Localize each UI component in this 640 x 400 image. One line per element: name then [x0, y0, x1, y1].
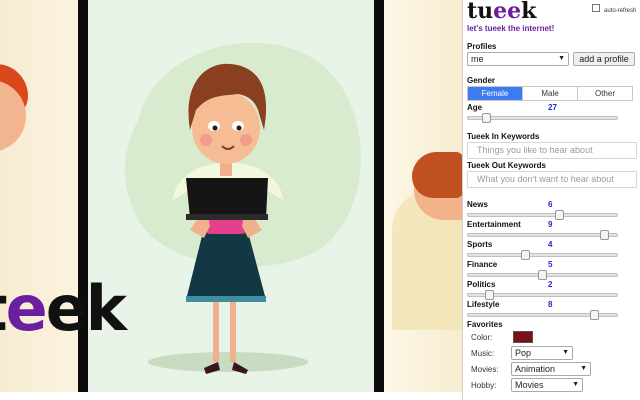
favorites-label: Favorites [467, 320, 503, 329]
laptop-base [186, 214, 268, 220]
movies-select[interactable]: Animation ▼ [511, 362, 591, 376]
music-select-value: Pop [515, 348, 532, 358]
news-slider-thumb[interactable] [555, 210, 564, 220]
gender-label: Gender [467, 76, 496, 85]
sports-label: Sports [467, 240, 493, 249]
tueek-out-input[interactable]: What you don't want to hear about [467, 171, 637, 188]
age-value: 27 [548, 103, 557, 112]
brand-logo: tueek [467, 0, 536, 24]
music-select[interactable]: Pop ▼ [511, 346, 573, 360]
panel-divider-right [374, 0, 384, 392]
gender-option-female[interactable]: Female [468, 87, 523, 100]
brand-suffix: k [521, 0, 537, 24]
bottom-strip [0, 392, 462, 400]
profile-select[interactable]: me ▼ [467, 52, 569, 66]
chevron-down-icon: ▼ [562, 349, 569, 356]
lifestyle-slider[interactable] [467, 310, 618, 320]
brand-accent: ee [493, 0, 522, 24]
news-label: News [467, 200, 488, 209]
entertainment-label: Entertainment [467, 220, 521, 229]
pupil-right [236, 125, 242, 131]
illustration-logo-accent: e [5, 272, 48, 345]
hobby-select-value: Movies [515, 380, 544, 390]
floor-shadow [148, 352, 308, 372]
lifestyle-label: Lifestyle [467, 300, 500, 309]
laptop [186, 178, 268, 218]
pupil-left [212, 125, 218, 131]
finance-value: 5 [548, 260, 553, 269]
age-slider-thumb[interactable] [482, 113, 491, 123]
illustration-logo: teek [0, 278, 127, 340]
politics-value: 2 [548, 280, 553, 289]
age-label: Age [467, 103, 483, 112]
leg-right [230, 298, 236, 362]
politics-label: Politics [467, 280, 496, 289]
news-slider[interactable] [467, 210, 618, 220]
profile-select-value: me [471, 54, 484, 64]
chevron-down-icon: ▼ [580, 365, 587, 372]
illustration-logo-suffix: ek [45, 272, 127, 345]
sports-value: 4 [548, 240, 553, 249]
tueek-out-label: Tueek Out Keywords [467, 161, 546, 170]
finance-label: Finance [467, 260, 498, 269]
gender-segmented-control: Female Male Other [467, 86, 633, 101]
chevron-down-icon: ▼ [558, 55, 565, 62]
favorite-music-label: Music: [471, 349, 495, 358]
brand-prefix: tu [467, 0, 494, 24]
skirt-hem [186, 296, 266, 302]
politics-slider-thumb[interactable] [485, 290, 494, 300]
cheek-left [200, 134, 212, 146]
leg-left [213, 298, 219, 362]
favorite-color-swatch[interactable] [513, 331, 533, 343]
promo-illustration: teek [0, 0, 462, 392]
finance-slider-thumb[interactable] [538, 270, 547, 280]
gender-option-other[interactable]: Other [578, 87, 632, 100]
tueek-in-input[interactable]: Things you like to hear about [467, 142, 637, 159]
entertainment-slider-thumb[interactable] [600, 230, 609, 240]
chevron-down-icon: ▼ [572, 381, 579, 388]
favorite-movies-label: Movies: [471, 365, 499, 374]
finance-slider[interactable] [467, 270, 618, 280]
tagline: let's tueek the internet! [467, 24, 555, 33]
age-slider[interactable] [467, 113, 618, 123]
add-profile-button[interactable]: add a profile [573, 52, 635, 66]
cheek-right [240, 134, 252, 146]
sports-slider[interactable] [467, 250, 618, 260]
lifestyle-slider-thumb[interactable] [590, 310, 599, 320]
entertainment-value: 9 [548, 220, 553, 229]
tueek-in-label: Tueek In Keywords [467, 132, 540, 141]
profiles-label: Profiles [467, 42, 497, 51]
favorite-color-label: Color: [471, 333, 493, 342]
auto-refresh-checkbox[interactable] [592, 4, 600, 12]
favorite-hobby-label: Hobby: [471, 381, 497, 390]
lifestyle-value: 8 [548, 300, 553, 309]
tueek-settings-panel: tueek let's tueek the internet! auto-ref… [462, 0, 640, 400]
entertainment-slider[interactable] [467, 230, 618, 240]
news-value: 6 [548, 200, 553, 209]
politics-slider[interactable] [467, 290, 618, 300]
auto-refresh-label: auto-refresh [604, 8, 637, 14]
gender-option-male[interactable]: Male [523, 87, 578, 100]
hobby-select[interactable]: Movies ▼ [511, 378, 583, 392]
movies-select-value: Animation [515, 364, 556, 374]
sports-slider-thumb[interactable] [521, 250, 530, 260]
right-character-hair [412, 152, 462, 198]
